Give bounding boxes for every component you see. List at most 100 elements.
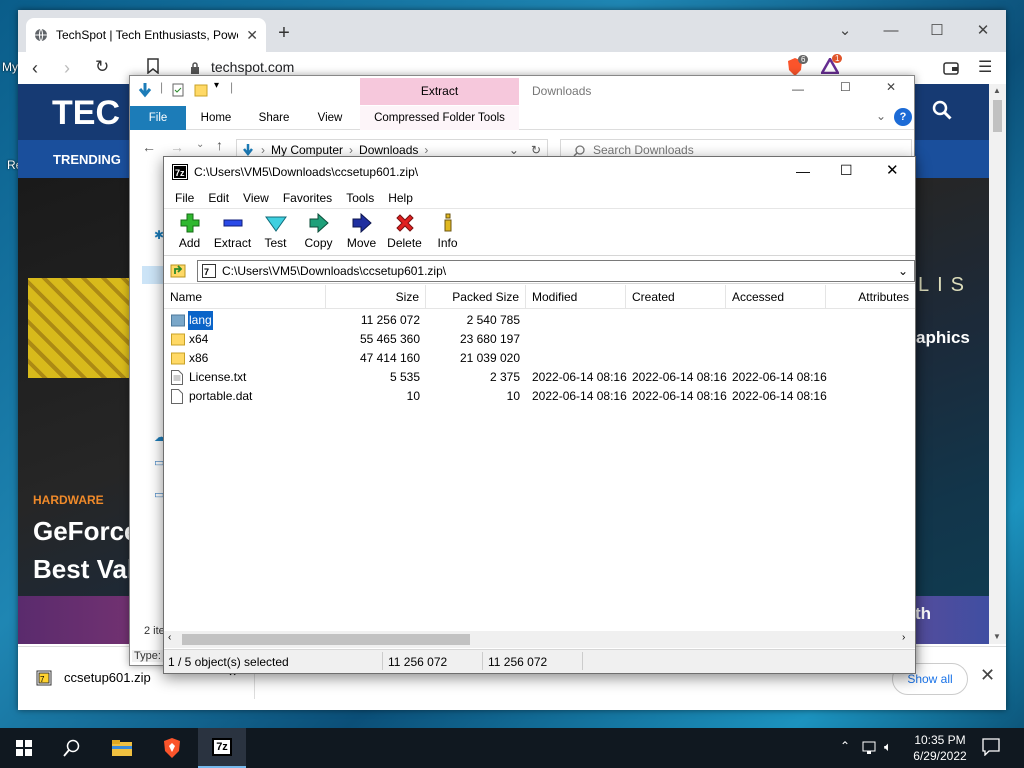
search-button[interactable] [48, 728, 96, 768]
address-bar[interactable]: techspot.com [211, 59, 294, 75]
quick-access-down-arrow-icon[interactable] [138, 82, 152, 98]
close-icon[interactable]: ✕ [980, 665, 995, 686]
move-button[interactable]: Move [340, 210, 383, 255]
close-window-button[interactable]: ✕ [886, 161, 899, 179]
tab-view[interactable]: View [308, 106, 352, 130]
context-tab-extract[interactable]: Extract [360, 78, 519, 105]
tab-home[interactable]: Home [192, 106, 240, 130]
row-created [632, 349, 726, 368]
brave-shields-icon[interactable]: 6 [786, 55, 809, 77]
start-button[interactable] [0, 728, 48, 768]
column-size[interactable]: Size [326, 285, 426, 309]
scroll-up-icon[interactable]: ▲ [993, 86, 1001, 95]
menu-help[interactable]: Help [381, 191, 420, 205]
bookmark-icon[interactable] [147, 58, 159, 74]
page-scrollbar[interactable]: ▲ ▼ [989, 84, 1006, 644]
tab-file[interactable]: File [130, 106, 186, 130]
column-name[interactable]: Name [164, 285, 326, 309]
column-created[interactable]: Created [626, 285, 726, 309]
new-folder-icon[interactable] [194, 82, 208, 97]
extract-button[interactable]: Extract [211, 210, 254, 255]
tab-compressed-folder-tools[interactable]: Compressed Folder Tools [360, 106, 519, 130]
properties-icon[interactable] [172, 82, 184, 97]
back-icon[interactable]: ← [142, 139, 156, 155]
scroll-down-icon[interactable]: ▼ [993, 632, 1001, 641]
path-input[interactable]: 7 C:\Users\VM5\Downloads\ccsetup601.zip\… [197, 260, 915, 282]
search-icon[interactable] [932, 100, 952, 120]
chevron-down-icon[interactable]: ⌄ [898, 264, 908, 278]
forward-icon[interactable]: → [170, 139, 184, 155]
site-logo[interactable]: TEC [52, 94, 120, 133]
table-row[interactable]: portable.dat 10 10 2022-06-14 08:16 2022-06-… [164, 387, 915, 406]
nav-trending[interactable]: TRENDING [53, 152, 121, 167]
taskbar-file-explorer[interactable] [98, 728, 146, 768]
minimize-button[interactable]: — [868, 16, 914, 46]
help-icon[interactable]: ? [894, 108, 912, 126]
table-row[interactable]: lang 11 256 072 2 540 785 [164, 310, 915, 331]
table-row[interactable]: License.txt 5 535 2 375 2022-06-14 08:16 202… [164, 368, 915, 387]
column-packed-size[interactable]: Packed Size [426, 285, 526, 309]
menu-icon[interactable]: ☰ [978, 57, 992, 77]
table-row[interactable]: x64 55 465 360 23 680 197 [164, 330, 915, 349]
scroll-right-icon[interactable]: › [902, 632, 905, 643]
nav-selected-item[interactable] [142, 266, 164, 284]
back-icon[interactable]: ‹ [32, 58, 38, 79]
new-tab-button[interactable]: + [272, 22, 296, 46]
breadcrumb-my-computer[interactable]: My Computer [271, 143, 343, 157]
lock-icon[interactable] [190, 60, 200, 74]
add-button[interactable]: Add [168, 210, 211, 255]
menu-favorites[interactable]: Favorites [276, 191, 339, 205]
minimize-button[interactable]: — [796, 163, 810, 179]
close-window-button[interactable]: ✕ [960, 16, 1006, 46]
breadcrumb-downloads[interactable]: Downloads [359, 143, 418, 157]
reload-icon[interactable]: ↻ [95, 57, 109, 77]
recent-locations-icon[interactable]: ⌄ [196, 139, 204, 150]
forward-icon[interactable]: › [64, 58, 70, 79]
info-button[interactable]: Info [426, 210, 469, 255]
tab-share[interactable]: Share [250, 106, 298, 130]
customize-qat-icon[interactable]: ▾ [214, 80, 219, 91]
hero-right-title[interactable]: th [915, 604, 931, 624]
close-icon[interactable]: ✕ [246, 27, 258, 44]
chevron-down-icon[interactable]: ⌄ [876, 109, 886, 123]
hero-category[interactable]: HARDWARE [33, 493, 104, 507]
chevron-down-icon[interactable]: ⌄ [509, 143, 519, 157]
hero-headline[interactable]: GeForce [33, 516, 139, 547]
tab-search-button[interactable]: ⌄ [822, 16, 868, 46]
menu-view[interactable]: View [236, 191, 276, 205]
close-window-button[interactable]: ✕ [886, 80, 896, 94]
maximize-button[interactable]: ☐ [840, 80, 851, 94]
column-accessed[interactable]: Accessed [726, 285, 826, 309]
network-icon[interactable] [862, 740, 878, 755]
scroll-thumb[interactable] [182, 634, 470, 645]
up-icon[interactable]: ↑ [216, 137, 223, 153]
horizontal-scrollbar[interactable]: ‹ › [164, 631, 915, 648]
copy-button[interactable]: Copy [297, 210, 340, 255]
browser-tab[interactable]: TechSpot | Tech Enthusiasts, Powe ✕ [26, 18, 266, 52]
maximize-button[interactable]: ☐ [840, 162, 853, 179]
notifications-icon[interactable] [982, 738, 1000, 756]
chevron-up-icon[interactable]: ⌃ [840, 739, 850, 753]
volume-icon[interactable]: 🔈︎ [884, 739, 892, 755]
maximize-button[interactable]: ☐ [914, 16, 960, 46]
column-attributes[interactable]: Attributes [826, 285, 915, 309]
refresh-icon[interactable]: ↻ [531, 143, 541, 157]
scroll-thumb[interactable] [993, 100, 1002, 132]
table-row[interactable]: x86 47 414 160 21 039 020 [164, 349, 915, 368]
scroll-left-icon[interactable]: ‹ [168, 632, 171, 643]
minimize-button[interactable]: — [792, 82, 804, 96]
menu-tools[interactable]: Tools [339, 191, 381, 205]
parent-folder-icon[interactable] [170, 262, 186, 278]
clock[interactable]: 10:35 PM 6/29/2022 [905, 732, 975, 764]
hero-right-title[interactable]: aphics [916, 328, 970, 348]
menu-edit[interactable]: Edit [201, 191, 236, 205]
column-modified[interactable]: Modified [526, 285, 626, 309]
wallet-icon[interactable] [943, 60, 959, 75]
test-button[interactable]: Test [254, 210, 297, 255]
menu-file[interactable]: File [168, 191, 201, 205]
taskbar-7zip[interactable]: 7z [198, 728, 246, 768]
hero-headline[interactable]: Best Val [33, 554, 134, 585]
delete-button[interactable]: Delete [383, 210, 426, 255]
taskbar-brave[interactable] [148, 728, 196, 768]
rewards-icon[interactable]: 1 [821, 54, 843, 74]
